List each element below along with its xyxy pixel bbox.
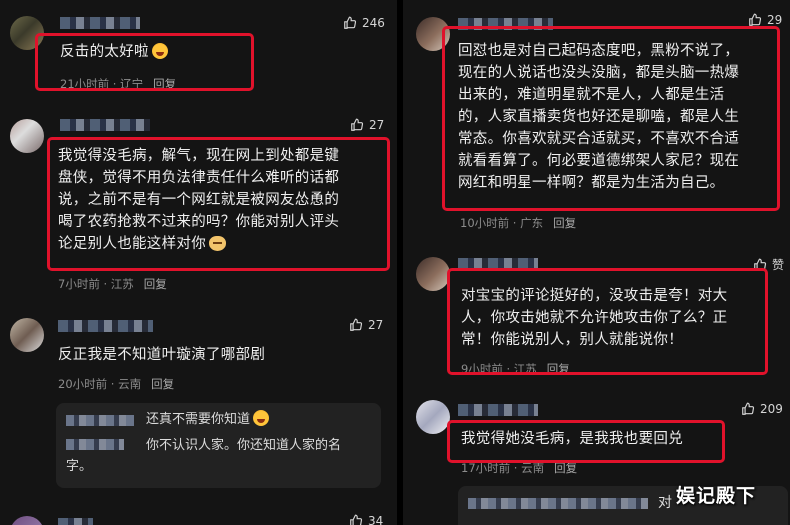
comment-location: 广东 xyxy=(520,216,544,230)
comment-location: 江苏 xyxy=(513,362,537,376)
avatar[interactable] xyxy=(416,257,450,291)
thumb-up-icon xyxy=(350,318,363,331)
like-button[interactable]: 34 xyxy=(349,514,383,525)
username-blurred[interactable] xyxy=(458,404,538,416)
like-button[interactable]: 246 xyxy=(343,16,385,30)
sub-reply-box[interactable]: 还真不需要你知道 你不认识人家。你还知道人家的名 字。 xyxy=(56,403,381,488)
right-comment-column: 29 回怼也是对自己起码态度吧，黑粉不说了， 现在的人说话也没头没脑，都是头脑一… xyxy=(403,0,790,525)
avatar[interactable] xyxy=(10,318,44,352)
left-comment-column: 246 反击的太好啦 21小时前 · 辽宁 回复 27 我觉得没毛病，解气，现在… xyxy=(0,0,397,525)
thumb-up-icon xyxy=(749,13,762,26)
comment-text: 反击的太好啦 xyxy=(60,41,168,63)
comment-time: 7小时前 xyxy=(58,277,100,291)
watermark: 娱记殿下 xyxy=(676,485,757,507)
reply-button[interactable]: 回复 xyxy=(553,215,576,231)
comment-text: 我觉得她没毛病，是我我也要回兑 xyxy=(461,431,683,447)
comment-location: 江苏 xyxy=(110,277,134,291)
laughing-emoji-icon xyxy=(253,410,270,426)
like-label: 赞 xyxy=(772,258,785,272)
comment-meta: 21小时前 · 辽宁 回复 xyxy=(60,76,177,92)
username-blurred[interactable] xyxy=(458,258,538,270)
reply-button[interactable]: 回复 xyxy=(554,460,577,476)
like-count: 29 xyxy=(767,13,783,27)
thumb-up-icon xyxy=(754,258,767,271)
like-button[interactable]: 赞 xyxy=(753,256,784,273)
comment-meta: 10小时前 · 广东 回复 xyxy=(460,215,577,231)
like-button[interactable]: 27 xyxy=(350,118,384,132)
sub-reply-text: 还真不需要你知道 xyxy=(146,409,270,430)
reply-button[interactable]: 回复 xyxy=(144,276,167,292)
thumb-up-icon xyxy=(742,402,755,415)
like-button[interactable]: 209 xyxy=(741,402,783,416)
username-blurred[interactable] xyxy=(60,17,140,29)
comment-meta: 7小时前 · 江苏 回复 xyxy=(58,276,167,292)
like-count: 209 xyxy=(760,402,783,416)
reply-button[interactable]: 回复 xyxy=(547,361,570,377)
sub-reply-username-blurred[interactable] xyxy=(66,415,134,426)
comment-meta: 20小时前 · 云南 回复 xyxy=(58,376,175,392)
comment-time: 9小时前 xyxy=(461,362,503,376)
avatar[interactable] xyxy=(416,17,450,51)
username-blurred[interactable] xyxy=(58,320,153,332)
username-blurred[interactable] xyxy=(58,518,93,525)
comment-text: 回怼也是对自己起码态度吧，黑粉不说了， 现在的人说话也没头没脑，都是头脑一热爆 … xyxy=(458,43,740,191)
laughing-emoji-icon xyxy=(151,43,168,59)
comment-time: 21小时前 xyxy=(60,77,110,91)
comment-time: 17小时前 xyxy=(461,461,511,475)
avatar[interactable] xyxy=(10,16,44,50)
comment-text: 反正我是不知道叶璇演了哪部剧 xyxy=(58,347,266,363)
comment-meta: 9小时前 · 江苏 回复 xyxy=(461,361,570,377)
avatar[interactable] xyxy=(10,516,44,525)
thumb-up-icon xyxy=(351,118,364,131)
sub-reply-username-blurred[interactable] xyxy=(468,498,648,509)
comment-text: 我觉得没毛病，解气，现在网上到处都是键 盘侠，觉得不用负法律责任什么难听的话都 … xyxy=(58,148,340,252)
cat-emoji-icon xyxy=(209,236,226,251)
avatar[interactable] xyxy=(10,119,44,153)
like-button[interactable]: 27 xyxy=(349,318,383,332)
thumb-up-icon xyxy=(344,16,357,29)
like-button[interactable]: 29 xyxy=(748,13,782,27)
sub-reply-text: 对 xyxy=(658,495,672,511)
reply-button[interactable]: 回复 xyxy=(153,76,176,92)
sub-reply-text: 你不认识人家。你还知道人家的名 xyxy=(146,438,342,453)
comment-location: 云南 xyxy=(118,377,142,391)
thumb-up-icon xyxy=(350,514,363,525)
comment-meta: 17小时前 · 云南 回复 xyxy=(461,460,578,476)
comment-time: 20小时前 xyxy=(58,377,108,391)
like-count: 27 xyxy=(368,318,384,332)
username-blurred[interactable] xyxy=(458,18,553,30)
username-blurred[interactable] xyxy=(60,119,150,131)
comment-time: 10小时前 xyxy=(460,216,510,230)
comment-location: 云南 xyxy=(521,461,545,475)
like-count: 246 xyxy=(362,16,385,30)
reply-button[interactable]: 回复 xyxy=(151,376,174,392)
avatar[interactable] xyxy=(416,400,450,434)
comment-text: 对宝宝的评论挺好的，没攻击是夸！对大 人，你攻击她就不允许她攻击你了么？正 常！… xyxy=(461,288,728,348)
like-count: 34 xyxy=(368,514,384,525)
like-count: 27 xyxy=(369,118,385,132)
sub-reply-text-cont: 字。 xyxy=(66,459,93,474)
comment-location: 辽宁 xyxy=(120,77,144,91)
